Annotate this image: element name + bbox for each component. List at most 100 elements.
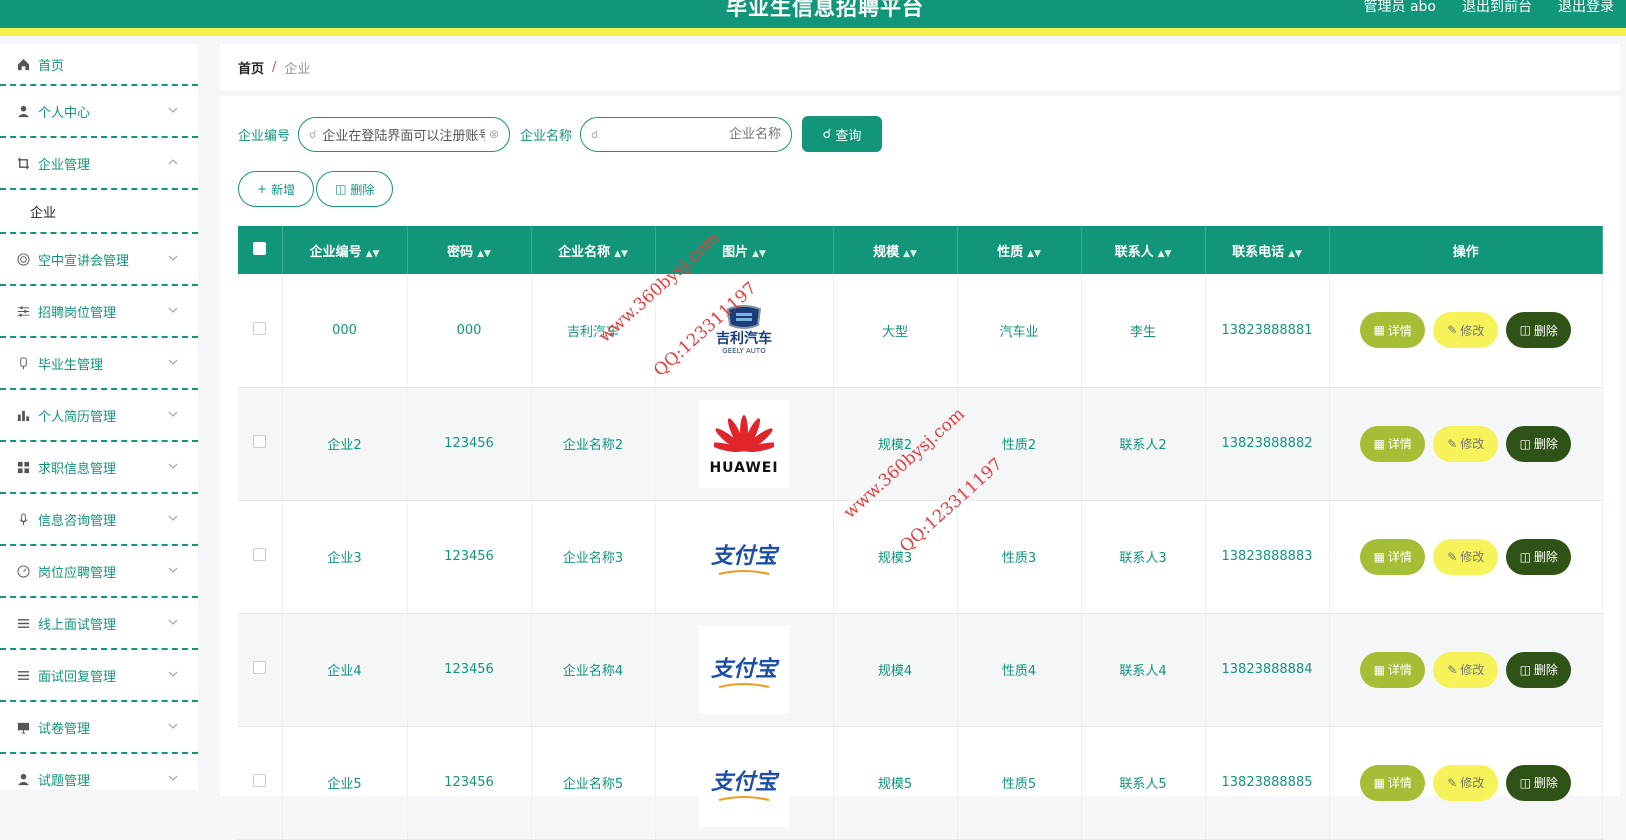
sidebar-item-questions[interactable]: 试题管理 [0,754,198,790]
detail-button[interactable]: ▦ 详情 [1360,312,1426,349]
cell-contact: 联系人4 [1081,613,1206,727]
sidebar-item-interview[interactable]: 线上面试管理 [0,598,198,650]
select-all-header[interactable] [238,226,283,274]
huawei-logo: HUAWEI [699,399,789,488]
delete-button[interactable]: ◫ 删除 [1506,538,1572,575]
sidebar-item-label: 企业管理 [38,157,91,173]
detail-button[interactable]: ▦ 详情 [1360,538,1426,575]
cell-scale: 规模5 [833,726,958,840]
sidebar-item-graduates[interactable]: 毕业生管理 [0,338,198,390]
header-image[interactable]: 图片 ▲▼ [655,226,834,274]
cell-image: 支付宝 [655,500,834,614]
cell-no: 企业3 [282,500,408,614]
geely-logo: 吉利汽车 GEELY AUTO [699,286,789,375]
sidebar-subitem-company[interactable]: 企业 [0,190,198,234]
detail-button[interactable]: ▦ 详情 [1360,425,1426,462]
sidebar-item-jobseek[interactable]: 求职信息管理 [0,442,198,494]
sidebar-item-personal[interactable]: 个人中心 [0,86,198,138]
search-bar: 企业编号 ☌ ⊗ 企业名称 ☌ ☌ 查询 [238,116,883,152]
batch-delete-button[interactable]: ◫ 删除 [316,171,394,207]
row-select-cell[interactable] [238,387,283,501]
chevron-down-icon [168,356,180,368]
add-label: 新增 [271,182,296,197]
edit-button[interactable]: ✎ 修改 [1433,764,1499,801]
header-contact[interactable]: 联系人 ▲▼ [1081,226,1206,274]
sidebar-item-company-mgmt[interactable]: 企业管理 [0,138,198,190]
sidebar-item-label: 招聘岗位管理 [38,305,117,321]
logout-link[interactable]: 退出登录 [1558,0,1614,16]
delete-button[interactable]: ◫ 删除 [1506,312,1572,349]
query-button[interactable]: ☌ 查询 [802,116,883,152]
header-password[interactable]: 密码 ▲▼ [407,226,532,274]
sidebar-item-preach[interactable]: 空中宣讲会管理 [0,234,198,286]
cell-contact: 联系人3 [1081,500,1206,614]
chevron-down-icon [168,252,180,264]
pencil-icon: ✎ [1447,662,1458,677]
alipay-swoosh-icon [718,682,770,688]
clear-icon[interactable]: ⊗ [489,127,499,141]
header-company-no[interactable]: 企业编号 ▲▼ [282,226,408,274]
breadcrumb-home[interactable]: 首页 [238,58,264,77]
select-all-checkbox[interactable] [253,241,267,255]
search-icon: ☌ [822,126,832,142]
row-select-cell[interactable] [238,613,283,727]
trash-icon: ◫ [1519,323,1531,338]
edit-button[interactable]: ✎ 修改 [1433,425,1499,462]
sidebar: 首页 个人中心 企业管理 企业 空中宣讲会管理 招聘岗位管理 毕业生管理 个人简… [0,44,198,790]
sidebar-item-label: 线上面试管理 [38,617,117,633]
row-checkbox[interactable] [253,321,267,335]
detail-button[interactable]: ▦ 详情 [1360,764,1426,801]
content-panel: 企业编号 ☌ ⊗ 企业名称 ☌ ☌ 查询 + 新增 ◫ 删除 [220,96,1620,840]
cell-name: 企业名称5 [531,726,656,840]
chevron-down-icon [168,304,180,316]
sidebar-item-reply[interactable]: 面试回复管理 [0,650,198,702]
cell-phone: 13823888882 [1205,387,1330,501]
microphone-icon [16,512,30,526]
edit-button[interactable]: ✎ 修改 [1433,651,1499,688]
row-checkbox[interactable] [253,774,267,787]
delete-button[interactable]: ◫ 删除 [1506,764,1572,801]
company-name-input[interactable] [604,126,782,142]
cell-nature: 性质5 [957,726,1082,840]
delete-button[interactable]: ◫ 删除 [1506,425,1572,462]
edit-button[interactable]: ✎ 修改 [1433,538,1499,575]
trash-icon: ◫ [1519,775,1531,790]
row-select-cell[interactable] [238,274,283,388]
add-button[interactable]: + 新增 [238,171,315,207]
chevron-down-icon [168,408,180,420]
cell-operations: ▦ 详情 ✎ 修改 ◫ 删除 [1329,726,1603,840]
action-bar: + 新增 ◫ 删除 [238,171,395,207]
cell-name: 吉利汽车 [531,274,656,388]
table-row: 企业2 123456 企业名称2 HUAWEI 规模2 性质2 联系人2 1382388888… [238,387,1603,501]
cell-phone: 13823888881 [1205,274,1330,388]
user-label: 管理员 abo [1363,0,1436,15]
detail-button[interactable]: ▦ 详情 [1360,651,1426,688]
header-company-name[interactable]: 企业名称 ▲▼ [531,226,656,274]
edit-button[interactable]: ✎ 修改 [1433,312,1499,349]
header-phone[interactable]: 联系电话 ▲▼ [1205,226,1330,274]
cell-name: 企业名称3 [531,500,656,614]
sidebar-item-home[interactable]: 首页 [0,44,198,86]
home-icon [16,57,30,71]
alipay-swoosh-icon [718,795,770,801]
sidebar-item-resume[interactable]: 个人简历管理 [0,390,198,442]
sidebar-item-consult[interactable]: 信息咨询管理 [0,494,198,546]
sidebar-item-jobs[interactable]: 招聘岗位管理 [0,286,198,338]
row-checkbox[interactable] [253,548,267,561]
chevron-down-icon [168,616,180,628]
doc-icon: ▦ [1373,775,1385,790]
row-select-cell[interactable] [238,500,283,614]
sidebar-item-papers[interactable]: 试卷管理 [0,702,198,754]
cell-contact: 李生 [1081,274,1206,388]
row-checkbox[interactable] [253,435,267,448]
cell-nature: 性质4 [957,613,1082,727]
header-nature[interactable]: 性质 ▲▼ [957,226,1082,274]
company-no-input[interactable] [322,126,485,142]
sidebar-item-apply[interactable]: 岗位应聘管理 [0,546,198,598]
row-select-cell[interactable] [238,726,283,840]
header-scale[interactable]: 规模 ▲▼ [833,226,958,274]
delete-button[interactable]: ◫ 删除 [1506,651,1572,688]
exit-front-link[interactable]: 退出到前台 [1462,0,1532,16]
row-checkbox[interactable] [253,661,267,674]
cell-pwd: 123456 [407,726,532,840]
